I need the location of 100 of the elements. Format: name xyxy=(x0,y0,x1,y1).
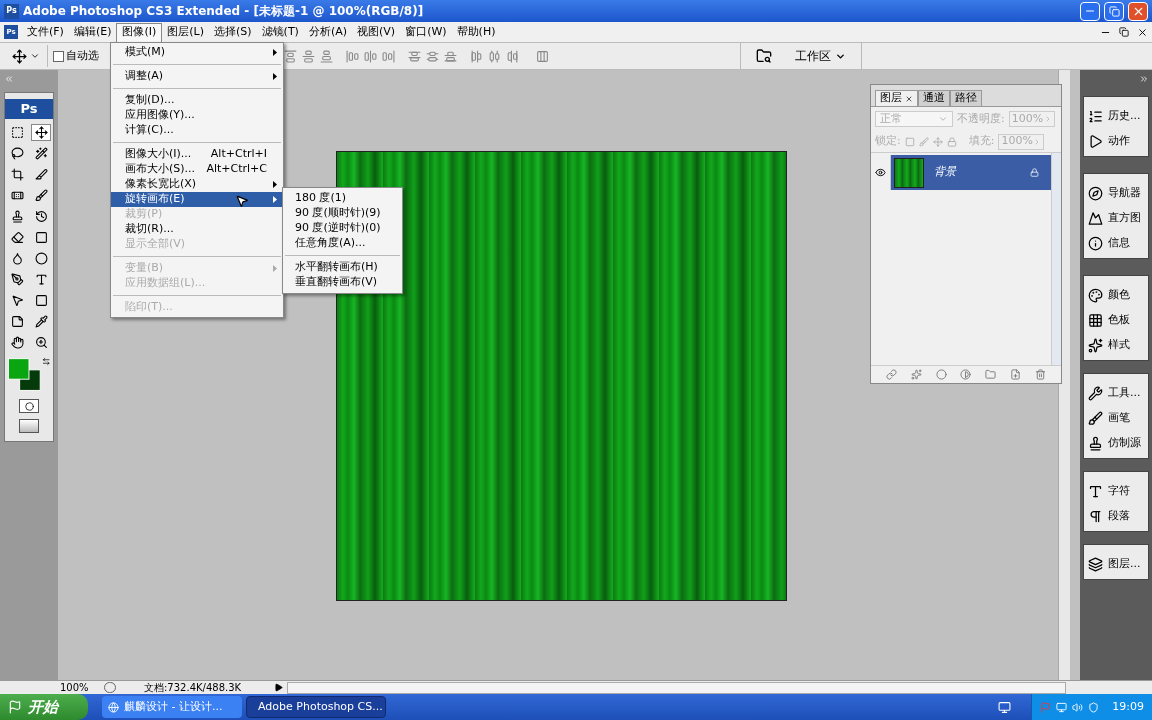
dock-panel-button[interactable]: 信息 xyxy=(1084,231,1148,256)
mask-icon[interactable] xyxy=(935,369,947,380)
menu-item[interactable]: 调整(A) xyxy=(111,69,283,84)
workspace-button[interactable]: 工作区 xyxy=(787,47,854,65)
layer-row[interactable]: 背景 xyxy=(891,155,1051,190)
align-icon[interactable] xyxy=(536,49,549,63)
dock-panel-button[interactable]: 动作 xyxy=(1084,129,1148,154)
menu-item[interactable]: 裁切(R)... xyxy=(111,222,283,237)
link-icon[interactable] xyxy=(885,369,897,380)
hand-icon xyxy=(10,336,24,349)
align-icon[interactable] xyxy=(470,49,483,63)
menu-item[interactable]: 复制(D)... xyxy=(111,93,283,108)
palette-icon xyxy=(1088,288,1103,303)
dock-panel-button[interactable]: 画笔 xyxy=(1084,406,1148,431)
restore-icon[interactable] xyxy=(1119,27,1129,37)
effects-icon[interactable] xyxy=(910,369,922,380)
collapse-icon[interactable] xyxy=(1139,74,1149,84)
align-icon[interactable] xyxy=(382,49,395,63)
menu-item[interactable]: 180 度(1) xyxy=(283,191,402,206)
dock-panel-button[interactable]: 直方图 xyxy=(1084,206,1148,231)
taskbar-button[interactable]: Adobe Photoshop CS... xyxy=(246,696,386,718)
dock-panel-button[interactable]: 历史... xyxy=(1084,104,1148,129)
align-icon[interactable] xyxy=(302,49,315,63)
menu-item[interactable]: 选择(S) xyxy=(209,22,257,42)
dock-panel-button[interactable]: 样式 xyxy=(1084,333,1148,358)
tool-button[interactable] xyxy=(31,124,51,141)
color-swatches-icon[interactable] xyxy=(8,357,42,393)
checkbox[interactable] xyxy=(53,50,64,62)
panel-tab[interactable]: 图层 xyxy=(875,90,918,106)
ps-logo: Ps xyxy=(4,3,19,19)
start-button[interactable]: 开始 xyxy=(0,694,88,720)
close-icon[interactable] xyxy=(905,94,913,103)
align-icon[interactable] xyxy=(346,49,359,63)
dock-panel-button[interactable]: 段落 xyxy=(1084,504,1148,529)
dock-panel-button[interactable]: 色板 xyxy=(1084,308,1148,333)
align-icon[interactable] xyxy=(426,49,439,63)
restore-button[interactable] xyxy=(1104,1,1124,21)
panel-tab[interactable]: 通道 xyxy=(918,90,950,106)
menu-item[interactable]: 图像大小(I)... Alt+Ctrl+I xyxy=(111,147,283,162)
desktop-icon[interactable] xyxy=(998,700,1012,714)
histogram-icon xyxy=(1088,211,1103,226)
align-icon[interactable] xyxy=(408,49,421,63)
menu-item[interactable]: 应用图像(Y)... xyxy=(111,108,283,123)
menu-item[interactable]: 90 度(顺时针)(9) xyxy=(283,206,402,221)
align-icon[interactable] xyxy=(284,49,297,63)
menu-item[interactable]: 水平翻转画布(H) xyxy=(283,260,402,275)
menu-item[interactable]: 文件(F) xyxy=(22,22,69,42)
move-icon[interactable] xyxy=(12,48,27,64)
layer-name: 背景 xyxy=(934,164,958,181)
type-icon xyxy=(34,273,48,286)
menu-item[interactable]: 图像(I) xyxy=(116,22,163,42)
align-icon[interactable] xyxy=(506,49,519,63)
align-icon[interactable] xyxy=(320,49,333,63)
taskbar-button[interactable]: 麒麟设计 - 让设计... xyxy=(102,696,242,718)
clock: 19:09 xyxy=(1112,698,1144,715)
dock-panel-button[interactable]: 字符 xyxy=(1084,479,1148,504)
dodge-icon xyxy=(34,252,48,265)
dock-panel-button[interactable]: 颜色 xyxy=(1084,283,1148,308)
dock-panel-button[interactable]: 仿制源 xyxy=(1084,431,1148,456)
align-icon[interactable] xyxy=(444,49,457,63)
panel-scrollbar[interactable] xyxy=(1051,153,1061,365)
network-icon[interactable] xyxy=(1056,701,1068,713)
restore-icon xyxy=(1108,5,1120,17)
menu-item[interactable]: 画布大小(S)... Alt+Ctrl+C xyxy=(111,162,283,177)
menu-item[interactable]: 窗口(W) xyxy=(400,22,452,42)
dock-panel-button[interactable]: 工具... xyxy=(1084,381,1148,406)
trash-icon[interactable] xyxy=(1035,369,1046,380)
grid-icon xyxy=(1088,313,1103,328)
menu-item[interactable]: 计算(C)... xyxy=(111,123,283,138)
menu-item[interactable]: 视图(V) xyxy=(352,22,401,42)
swap-colors-icon[interactable] xyxy=(41,357,50,366)
align-icon[interactable] xyxy=(364,49,377,63)
minimize-button[interactable] xyxy=(1080,1,1100,21)
menu-item[interactable]: 帮助(H) xyxy=(451,22,501,42)
horizontal-scrollbar[interactable] xyxy=(287,681,1066,694)
new-layer-icon[interactable] xyxy=(1010,369,1022,380)
menu-item[interactable]: 编辑(E) xyxy=(68,22,117,42)
dock-panel-button[interactable]: 导航器 xyxy=(1084,181,1148,206)
play-icon[interactable] xyxy=(274,683,283,692)
menu-item[interactable]: 模式(M) xyxy=(111,45,283,60)
menu-item[interactable]: 任意角度(A)... xyxy=(283,236,402,251)
menu-item[interactable]: 90 度(逆时针)(0) xyxy=(283,221,402,236)
quick-mask-button[interactable] xyxy=(19,399,39,413)
menu-item[interactable]: 旋转画布(E) xyxy=(111,192,283,207)
align-icon[interactable] xyxy=(488,49,501,63)
close-icon[interactable] xyxy=(1137,26,1148,38)
dock-panel-button[interactable]: 图层... xyxy=(1084,552,1148,577)
menu-item[interactable]: 滤镜(T) xyxy=(256,22,304,42)
zoom-field[interactable]: 100% xyxy=(60,680,104,695)
menu-item[interactable]: 分析(A) xyxy=(303,22,352,42)
shield-icon[interactable] xyxy=(1088,701,1100,713)
menu-item[interactable]: 图层(L) xyxy=(162,22,209,42)
caret-icon[interactable] xyxy=(30,51,40,61)
menu-item[interactable]: 像素长宽比(X) xyxy=(111,177,283,192)
adjustment-icon[interactable] xyxy=(960,369,972,380)
bridge-icon[interactable] xyxy=(756,48,772,64)
panel-tab[interactable]: 路径 xyxy=(950,90,982,106)
screen-mode-button[interactable] xyxy=(19,419,39,433)
menu-item[interactable]: 垂直翻转画布(V) xyxy=(283,275,402,290)
close-button[interactable] xyxy=(1128,1,1148,21)
